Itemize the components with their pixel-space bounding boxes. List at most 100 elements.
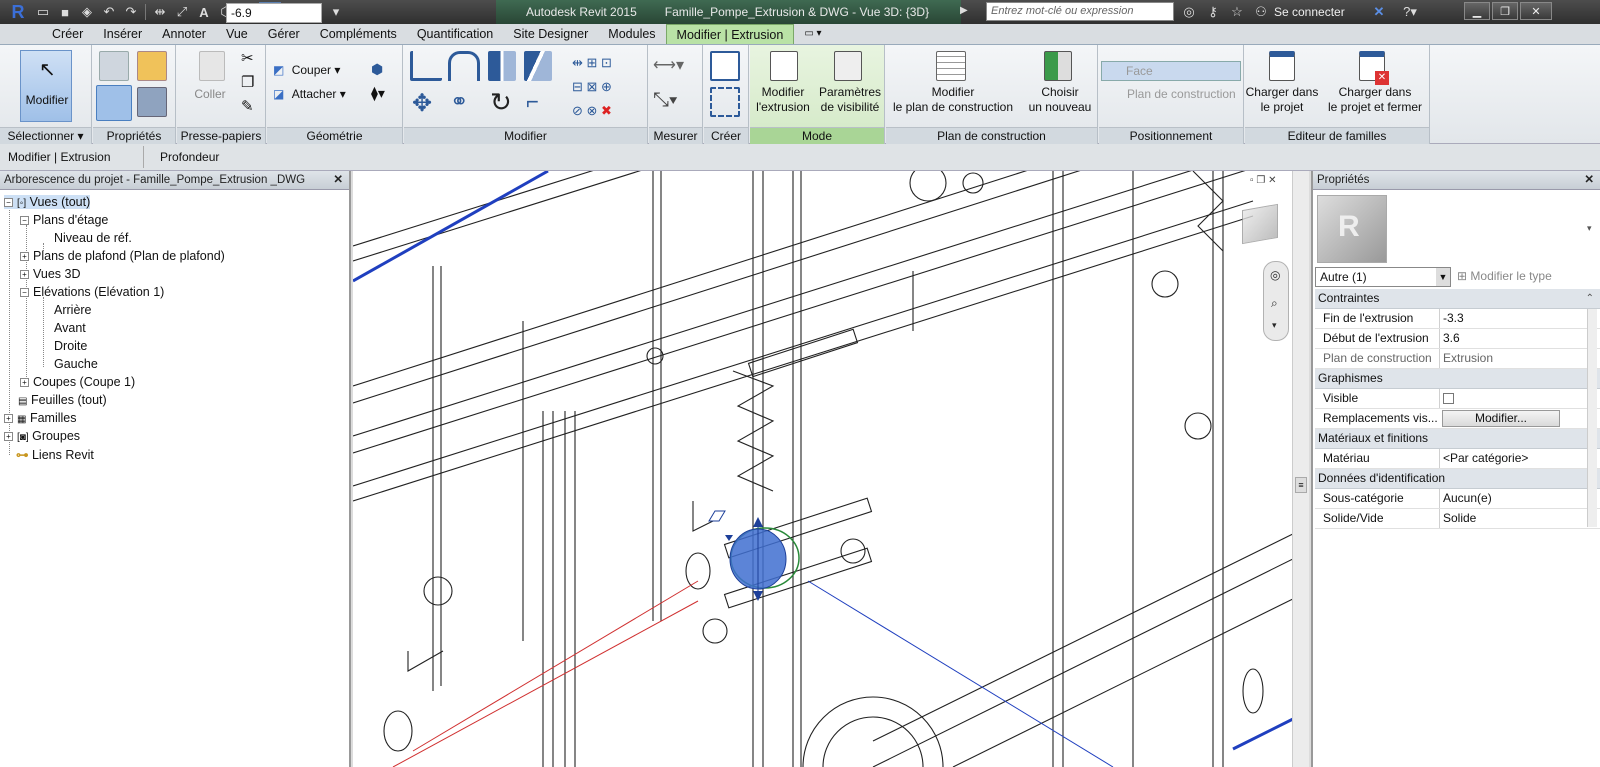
pick-new-host-label[interactable]: Choisir un nouveau — [1024, 85, 1096, 115]
type-properties-icon[interactable] — [99, 51, 129, 81]
tree-node-left[interactable]: Gauche — [54, 357, 98, 371]
dimension-icon[interactable]: ⤢ — [171, 2, 193, 22]
mirror-axis-icon[interactable] — [488, 51, 516, 81]
sync-icon[interactable]: ◈ — [76, 2, 98, 22]
paint-icon[interactable]: ⧫▾ — [371, 85, 385, 102]
tab-insert[interactable]: Insérer — [93, 24, 152, 44]
help-icon[interactable]: ?▾ — [1392, 2, 1428, 22]
tree-node-elevations[interactable]: − Elévations (Elévation 1) — [20, 285, 164, 299]
steering-wheel-icon[interactable]: ◎ — [1270, 268, 1280, 282]
match-properties-icon[interactable]: ✎ — [241, 97, 254, 115]
join-geometry-button[interactable]: ◪ Attacher ▾ — [273, 87, 369, 105]
minimize-icon[interactable]: ▁ — [1464, 2, 1490, 20]
qat-dropdown-icon[interactable]: ▾ — [325, 2, 347, 22]
load-into-project-label[interactable]: Charger dans le projet — [1245, 85, 1319, 115]
group-materials[interactable]: Matériaux et finitions⌃ — [1315, 429, 1600, 449]
drag-handle-top-icon[interactable] — [753, 517, 763, 527]
chevron-down-icon[interactable]: ▼ — [1436, 268, 1450, 286]
modify-button[interactable]: ↖ Modifier — [20, 50, 72, 122]
expand-icon[interactable]: + — [4, 432, 13, 441]
ribbon-toggle-icon[interactable]: ▭ ▾ — [794, 24, 831, 44]
copy-element-icon[interactable]: ⚭ — [450, 89, 468, 115]
drag-arrow-icon[interactable] — [725, 535, 733, 541]
user-icon[interactable]: ⚇ — [1250, 2, 1272, 22]
measure-icon[interactable]: ⇹ — [149, 2, 171, 22]
workplane-placement-button[interactable]: Plan de construction — [1103, 85, 1243, 105]
material-field[interactable]: <Par catégorie> — [1439, 449, 1569, 468]
measure-distance-icon[interactable]: ⟷▾ — [653, 55, 684, 75]
properties-scrollbar[interactable] — [1587, 309, 1597, 527]
tree-node-views[interactable]: − [◦] Vues (tout) — [4, 195, 91, 209]
restore-view-icon[interactable]: ❐ — [1256, 175, 1265, 186]
close-icon[interactable]: ✕ — [333, 171, 343, 189]
depth-input[interactable]: -6.9 — [226, 3, 322, 23]
expand-icon[interactable]: + — [20, 378, 29, 387]
tree-node-sheets[interactable]: ▤ Feuilles (tout) — [18, 393, 107, 407]
tree-node-ceiling[interactable]: + Plans de plafond (Plan de plafond) — [20, 249, 225, 263]
tree-node-level[interactable]: Niveau de réf. — [54, 231, 132, 245]
tree-node-right[interactable]: Droite — [54, 339, 87, 353]
load-into-project-icon[interactable] — [1269, 51, 1295, 81]
star-icon[interactable]: ☆ — [1226, 2, 1248, 22]
revit-logo-icon[interactable]: R — [4, 1, 32, 23]
split-face-icon[interactable]: ⬢ — [371, 61, 383, 78]
tab-manage[interactable]: Gérer — [258, 24, 310, 44]
view-scrollbar[interactable]: ≡ — [1292, 171, 1309, 767]
close-view-icon[interactable]: ✕ — [1268, 175, 1276, 186]
tree-node-families[interactable]: + ▦ Familles — [4, 411, 76, 425]
visible-checkbox[interactable] — [1443, 393, 1454, 404]
tab-view[interactable]: Vue — [216, 24, 258, 44]
pick-new-host-icon[interactable] — [1044, 51, 1072, 81]
tree-node-back[interactable]: Arrière — [54, 303, 92, 317]
type-selector[interactable]: Autre (1) ▼ — [1315, 267, 1451, 287]
close-icon[interactable]: ✕ — [1520, 2, 1552, 20]
paste-icon[interactable] — [199, 51, 225, 81]
search-input[interactable]: Entrez mot-clé ou expression — [986, 2, 1174, 21]
mirror-draw-icon[interactable] — [524, 51, 552, 81]
aligned-dimension-icon[interactable]: ⤡▾ — [653, 89, 677, 112]
restore-icon[interactable]: ❐ — [1492, 2, 1518, 20]
edit-type-button[interactable]: ⊞ Modifier le type — [1457, 269, 1552, 283]
tree-node-3d-views[interactable]: + Vues 3D — [20, 267, 80, 281]
tab-modules[interactable]: Modules — [598, 24, 665, 44]
signin-link[interactable]: Se connecter — [1274, 5, 1366, 19]
collapse-icon[interactable]: − — [20, 288, 29, 297]
set-workplane-icon[interactable] — [936, 51, 966, 81]
cut-geometry-button[interactable]: ◩ Couper ▾ — [273, 63, 369, 81]
undo-icon[interactable]: ↶ — [98, 2, 120, 22]
family-types-icon[interactable] — [137, 51, 167, 81]
collapse-icon[interactable]: − — [20, 216, 29, 225]
navigation-bar[interactable]: ◎ ⌕ ▾ — [1263, 261, 1289, 341]
visibility-overrides-button[interactable]: Modifier... — [1442, 410, 1560, 427]
solid-void-field[interactable]: Solide — [1439, 509, 1569, 528]
scroll-thumb[interactable]: ≡ — [1295, 477, 1307, 493]
panel-select-title[interactable]: Sélectionner ▾ — [0, 127, 91, 144]
cut-icon[interactable]: ✂ — [241, 49, 254, 67]
tab-site-designer[interactable]: Site Designer — [503, 24, 598, 44]
copy-icon[interactable]: ❐ — [241, 73, 254, 91]
set-workplane-label[interactable]: Modifier le plan de construction — [886, 85, 1020, 115]
split-icons[interactable]: ⇹ ⊞ ⊡ ⊟ ⊠ ⊕ ⊘ ⊗ ✖ — [572, 51, 612, 123]
tree-node-groups[interactable]: + [◙] Groupes — [4, 429, 80, 443]
expand-search-icon[interactable]: ▶ — [960, 5, 968, 16]
offset-icon[interactable] — [448, 51, 480, 81]
expand-icon[interactable]: + — [20, 270, 29, 279]
close-icon[interactable]: ✕ — [1584, 171, 1594, 189]
workplane-icon[interactable] — [708, 510, 726, 522]
collapse-icon[interactable]: ⌃ — [1586, 289, 1594, 308]
rotate-icon[interactable]: ↻ — [490, 87, 512, 118]
expand-icon[interactable]: + — [20, 252, 29, 261]
trim-icon[interactable]: ⌐ — [526, 89, 539, 115]
tab-addins[interactable]: Compléments — [310, 24, 407, 44]
nav-dropdown-icon[interactable]: ▾ — [1272, 320, 1277, 331]
type-scroll-icon[interactable]: ▾ — [1587, 223, 1592, 234]
create-similar-icon[interactable] — [710, 51, 740, 81]
minimize-view-icon[interactable]: ▫ — [1250, 175, 1254, 186]
text-icon[interactable]: A — [193, 2, 215, 22]
tree-node-sections[interactable]: + Coupes (Coupe 1) — [20, 375, 135, 389]
edit-extrusion-icon[interactable] — [770, 51, 798, 81]
tree-node-front[interactable]: Avant — [54, 321, 86, 335]
collapse-icon[interactable]: − — [4, 198, 13, 207]
edit-extrusion-label[interactable]: Modifier l'extrusion — [750, 85, 816, 115]
create-group-icon[interactable] — [710, 87, 740, 117]
